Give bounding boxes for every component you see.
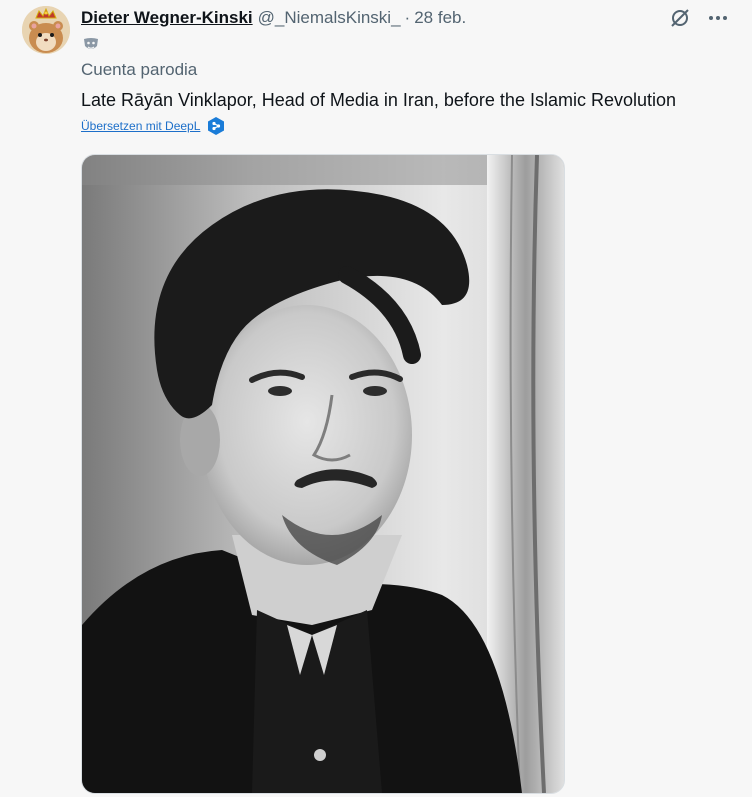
avatar[interactable] bbox=[22, 6, 70, 54]
author-name[interactable]: Dieter Wegner-Kinski bbox=[81, 8, 253, 28]
tweet-date[interactable]: 28 feb. bbox=[414, 8, 466, 28]
grok-icon[interactable] bbox=[668, 6, 692, 30]
tweet-text: Late Rāyān Vinklapor, Head of Media in I… bbox=[81, 90, 677, 110]
tweet-card[interactable]: Dieter Wegner-Kinski @_NiemalsKinski_ · … bbox=[0, 0, 752, 797]
separator-dot: · bbox=[404, 8, 411, 27]
translate-row: Übersetzen mit DeepL bbox=[81, 117, 225, 135]
portrait-photo bbox=[82, 155, 564, 793]
theater-mask-icon bbox=[82, 37, 100, 53]
parody-label: Cuenta parodia bbox=[81, 60, 198, 79]
more-icon[interactable] bbox=[706, 6, 730, 30]
hamster-avatar-image bbox=[22, 6, 70, 54]
tweet-photo[interactable] bbox=[81, 154, 565, 794]
tweet-actions-top bbox=[668, 6, 730, 30]
deepl-icon[interactable] bbox=[208, 117, 225, 135]
author-handle[interactable]: @_NiemalsKinski_ bbox=[258, 8, 401, 28]
tweet-header: Dieter Wegner-Kinski @_NiemalsKinski_ · … bbox=[81, 7, 466, 29]
translate-link[interactable]: Übersetzen mit DeepL bbox=[81, 119, 200, 133]
